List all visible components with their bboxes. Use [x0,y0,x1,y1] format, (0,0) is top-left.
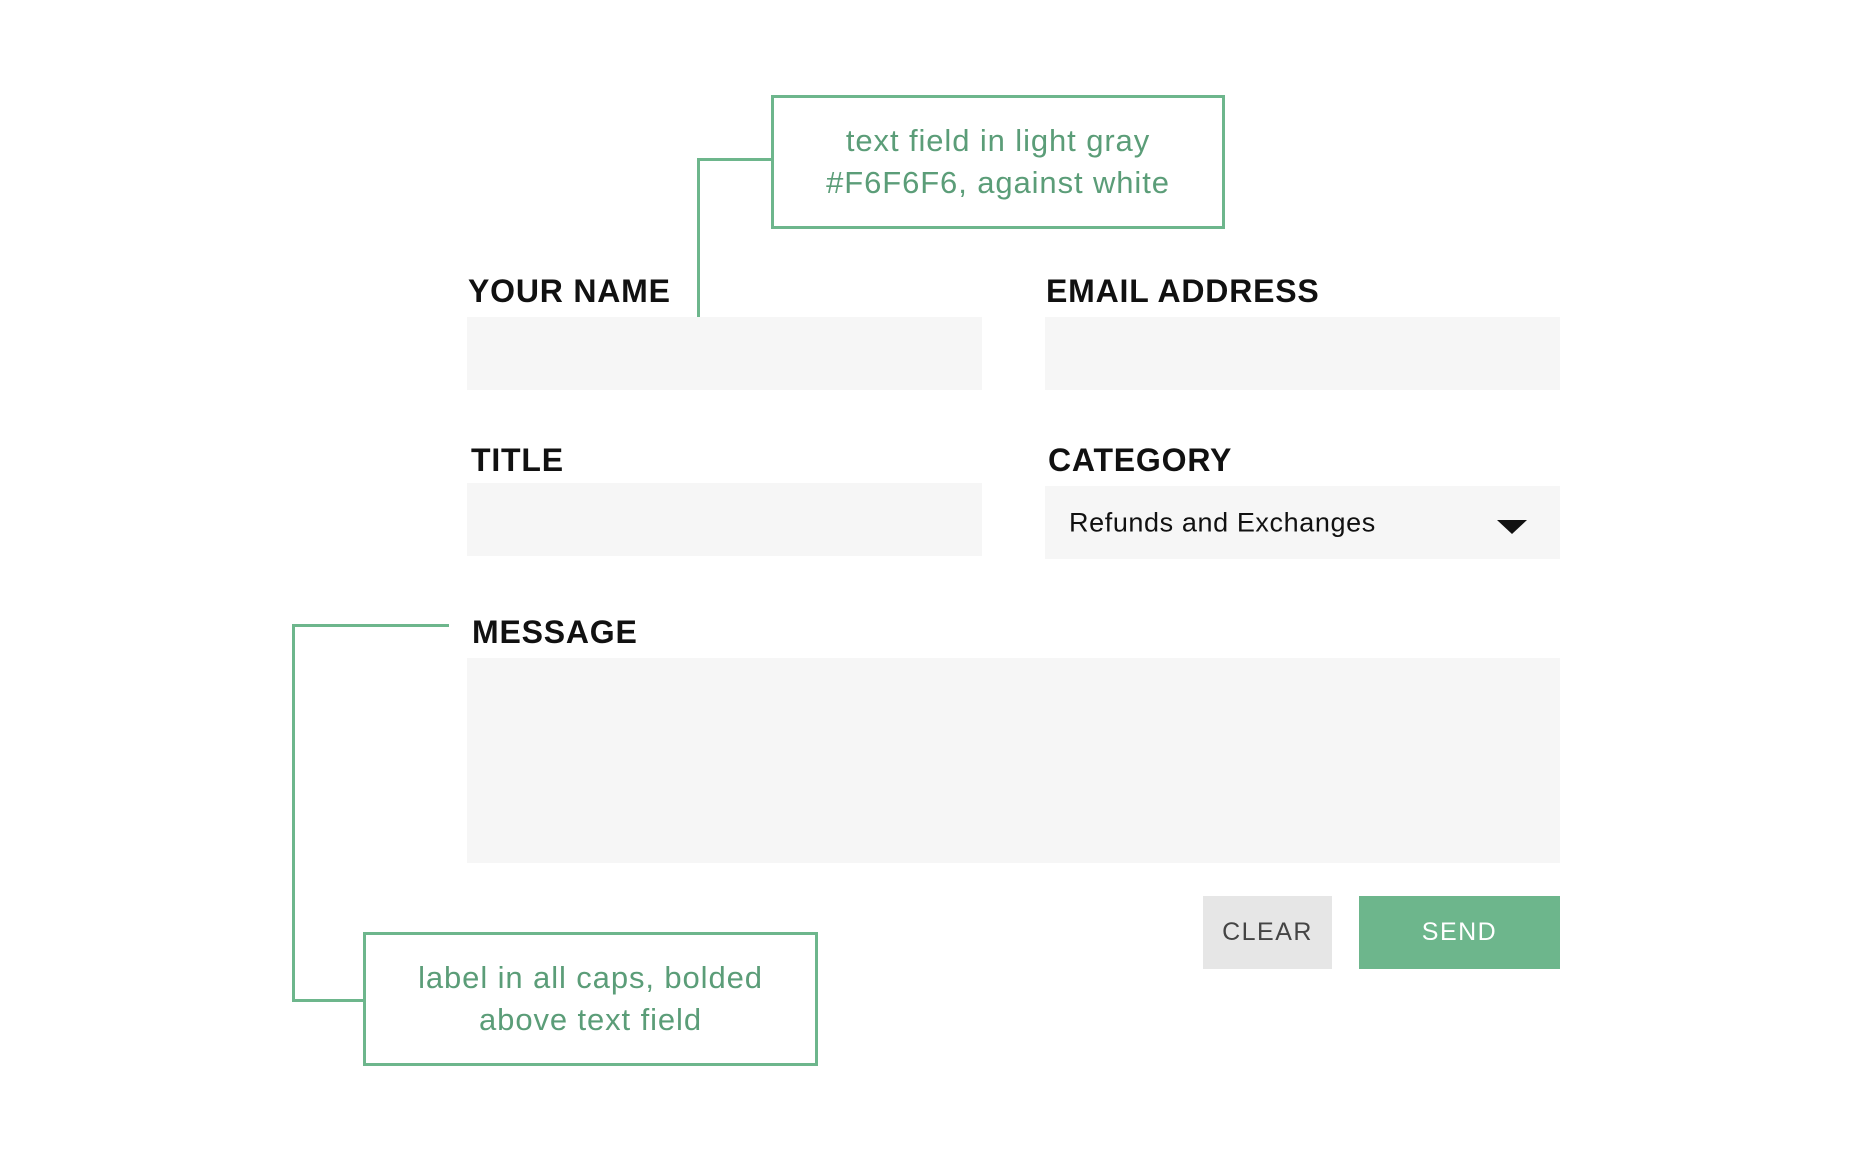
callout-connector-vertical [697,158,700,323]
callout-label-line1: label in all caps, bolded [418,960,763,995]
message-textarea[interactable] [467,658,1560,863]
callout-text-field-line2: #F6F6F6, against white [826,165,1170,200]
name-label: YOUR NAME [468,273,671,309]
callout-bracket-vertical [292,624,295,1002]
title-input[interactable] [467,483,982,556]
callout-label: label in all caps, bolded above text fie… [363,932,818,1066]
callout-label-line2: above text field [479,1002,702,1037]
category-label: CATEGORY [1048,442,1233,478]
caret-down-icon [1497,520,1527,534]
title-label: TITLE [471,442,564,478]
email-label: EMAIL ADDRESS [1046,273,1320,309]
name-input[interactable] [467,317,982,390]
callout-text-field-line1: text field in light gray [845,123,1151,158]
callout-connector-horizontal [697,158,773,161]
callout-text-field: text field in light gray #F6F6F6, agains… [771,95,1225,229]
clear-button[interactable]: CLEAR [1203,896,1332,969]
callout-bracket-bottom [292,999,365,1002]
category-selected-value: Refunds and Exchanges [1069,507,1376,537]
category-select[interactable]: Refunds and Exchanges [1045,486,1560,559]
email-input[interactable] [1045,317,1560,390]
callout-bracket-top [292,624,449,627]
send-button[interactable]: SEND [1359,896,1560,969]
message-label: MESSAGE [472,614,638,650]
